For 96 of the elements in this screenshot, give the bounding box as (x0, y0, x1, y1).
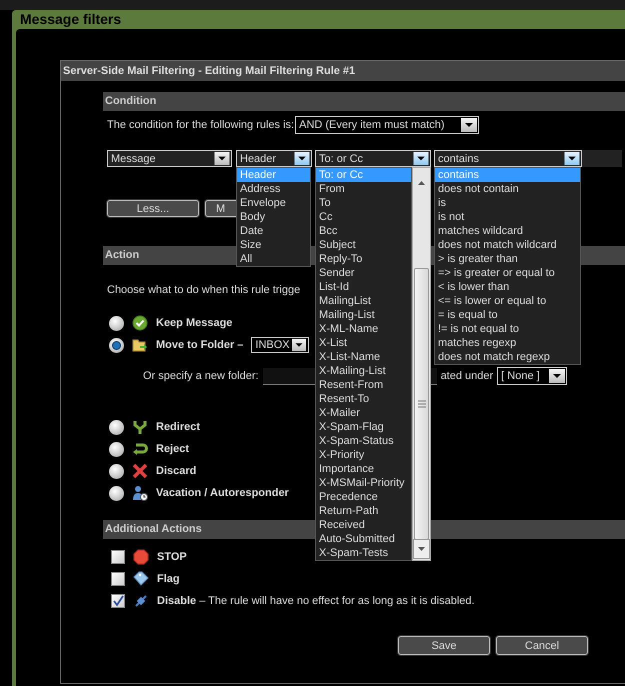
dialog-title: Server-Side Mail Filtering - Editing Mail Filtering Rule #1 (61, 61, 625, 81)
option-label: Disable – The rule will have no effect for as long as it is disabled. (157, 595, 475, 607)
stop-sign-icon (133, 549, 149, 565)
dropdown-option[interactable]: X-Spam-Flag (316, 420, 411, 434)
dropdown-option[interactable]: = is equal to (435, 308, 580, 322)
dropdown-option[interactable]: Received (316, 518, 411, 532)
criteria-dropdown[interactable]: contains (434, 150, 582, 167)
caret-icon (290, 338, 308, 352)
match-dropdown[interactable]: AND (Every item must match) (295, 116, 480, 134)
option-label: STOP (157, 551, 187, 563)
dropdown-option[interactable]: X-Spam-Status (316, 434, 411, 448)
folder-arrow-icon (132, 337, 148, 353)
dropdown-option[interactable]: To (316, 196, 411, 210)
dropdown-option[interactable]: List-Id (316, 280, 411, 294)
radio-button[interactable] (109, 486, 124, 500)
dropdown-option[interactable]: Precedence (316, 490, 411, 504)
scroll-thumb[interactable] (414, 268, 429, 540)
condition-label: The condition for the following rules is: (107, 119, 294, 131)
dropdown-option[interactable]: Sender (316, 266, 411, 280)
checkbox[interactable] (111, 594, 125, 608)
panel-title: Message filters (19, 10, 122, 29)
option-label: Vacation / Autoresponder (156, 487, 289, 499)
dropdown-option[interactable]: X-MSMail-Priority (316, 476, 411, 490)
checkmark-icon (132, 315, 148, 331)
criteria-dropdown[interactable]: Message (107, 150, 232, 167)
dropdown-option[interactable]: => is greater or equal to (435, 266, 580, 280)
dropdown-option[interactable]: <= is lower or equal to (435, 294, 580, 308)
caret-icon (548, 368, 566, 384)
checkbox[interactable] (111, 550, 125, 564)
scrollbar[interactable] (412, 167, 431, 561)
check-icon (112, 595, 124, 607)
dropdown-option[interactable]: MailingList (316, 294, 411, 308)
checkbox[interactable] (111, 572, 125, 586)
dropdown-option[interactable]: Importance (316, 462, 411, 476)
dropdown-option[interactable]: Date (237, 224, 310, 238)
return-arrow-icon (132, 441, 148, 457)
caret-icon (412, 151, 430, 166)
option-label: Flag (157, 573, 180, 585)
dropdown-option[interactable]: Cc (316, 210, 411, 224)
section-heading: Condition (103, 92, 625, 111)
dropdown-option[interactable]: Resent-From (316, 378, 411, 392)
dropdown-option[interactable]: X-List (316, 336, 411, 350)
caret-icon (293, 151, 311, 166)
dropdown-option[interactable]: Return-Path (316, 504, 411, 518)
caret-icon (563, 151, 581, 166)
option-label: Keep Message (156, 317, 232, 329)
radio-button[interactable] (109, 338, 124, 352)
field-label: ated under (440, 370, 494, 382)
radio-button[interactable] (109, 464, 124, 478)
action-prompt: Choose what to do when this rule trigge (107, 284, 300, 296)
option-label: Reject (156, 443, 190, 455)
dropdown-option[interactable]: X-Mailer (316, 406, 411, 420)
caret-icon (213, 151, 231, 166)
dropdown-option[interactable]: < is lower than (435, 280, 580, 294)
dropdown-option[interactable]: Address (237, 182, 310, 196)
dropdown-option[interactable]: does not match regexp (435, 350, 580, 364)
dropdown-option[interactable]: Reply-To (316, 252, 411, 266)
dropdown-option[interactable]: matches wildcard (435, 224, 580, 238)
folder-dropdown[interactable]: INBOX (251, 337, 310, 353)
radio-button[interactable] (109, 316, 124, 330)
cross-icon (132, 463, 148, 479)
dialog-button[interactable]: Save (398, 636, 490, 655)
radio-button[interactable] (109, 442, 124, 456)
value-field[interactable] (582, 150, 622, 167)
option-label: Move to Folder – (156, 339, 244, 351)
dropdown-option[interactable]: X-Priority (316, 448, 411, 462)
dropdown-option[interactable]: Resent-To (316, 392, 411, 406)
dropdown-option[interactable]: > is greater than (435, 252, 580, 266)
dropdown-option[interactable]: does not contain (435, 182, 580, 196)
radio-button[interactable] (109, 420, 124, 434)
dropdown-option[interactable]: All (237, 252, 310, 266)
criteria-dropdown[interactable]: Header (236, 150, 312, 167)
option-label: Redirect (156, 421, 200, 433)
criteria-dropdown[interactable]: To: or Cc (315, 150, 431, 167)
tag-icon (133, 571, 149, 587)
dropdown-option[interactable]: X-Spam-Tests (316, 546, 411, 560)
person-clock-icon (132, 485, 148, 501)
dropdown-option[interactable]: From (316, 182, 411, 196)
dialog-button[interactable]: Cancel (496, 636, 588, 655)
caret-icon (460, 117, 478, 133)
dropdown-option[interactable]: != is not equal to (435, 322, 580, 336)
dropdown-option[interactable]: X-Mailing-List (316, 364, 411, 378)
dropdown-option[interactable]: is (435, 196, 580, 210)
dropdown-option[interactable]: X-ML-Name (316, 322, 411, 336)
fork-arrow-icon (132, 419, 148, 435)
dropdown-option[interactable]: X-List-Name (316, 350, 411, 364)
rule-button[interactable]: Less... (107, 200, 199, 217)
dropdown-option[interactable]: Bcc (316, 224, 411, 238)
dropdown-option[interactable]: matches regexp (435, 336, 580, 350)
parent-folder-dropdown[interactable]: [ None ] (497, 367, 568, 385)
dropdown-option[interactable]: is not (435, 210, 580, 224)
scroll-down-icon[interactable] (413, 539, 430, 559)
plug-icon (133, 593, 149, 609)
field-label: Or specify a new folder: (143, 370, 259, 382)
option-label: Discard (156, 465, 196, 477)
dropdown-option[interactable]: Mailing-List (316, 308, 411, 322)
